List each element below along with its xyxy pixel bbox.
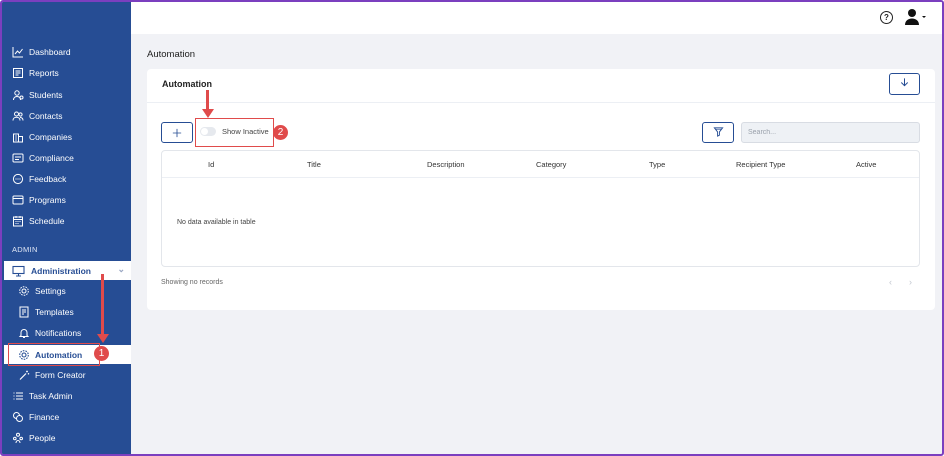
sidebar-item-schedule[interactable]: Schedule: [12, 213, 64, 229]
monitor-icon: [12, 265, 25, 277]
sidebar-item-feedback[interactable]: Feedback: [12, 171, 66, 187]
sidebar-item-label: Task Admin: [29, 391, 73, 401]
table-header: Id Title Description Category Type Recip…: [162, 151, 919, 178]
automation-card: Automation Show Inactive Id Title Descri…: [147, 69, 935, 310]
top-bar: ?: [131, 2, 942, 34]
annotation-badge-2: 2: [273, 125, 288, 140]
add-automation-button[interactable]: [161, 122, 193, 143]
annotation-arrow-1-head: [96, 334, 109, 343]
page-title: Automation: [147, 49, 196, 60]
column-header-type[interactable]: Type: [649, 160, 665, 169]
highlight-automation: [8, 343, 100, 366]
sidebar-item-companies[interactable]: Companies: [12, 129, 72, 145]
column-header-active[interactable]: Active: [856, 160, 876, 169]
arrow-down-icon: [899, 75, 910, 93]
sidebar-item-settings[interactable]: Settings: [18, 283, 66, 299]
sidebar-item-label: Companies: [29, 132, 72, 142]
sidebar-item-administration[interactable]: Administration ⌄: [4, 261, 131, 280]
sidebar-item-label: Administration: [31, 265, 91, 276]
finance-icon: [12, 411, 24, 423]
sidebar-item-students[interactable]: Students: [12, 87, 63, 103]
help-icon[interactable]: ?: [880, 11, 893, 24]
gear-icon: [18, 285, 30, 297]
highlight-show-inactive: [195, 118, 274, 147]
students-icon: [12, 89, 24, 101]
app-window: Dashboard Reports Students Contacts Comp…: [0, 0, 944, 456]
divider: [147, 102, 935, 103]
empty-table-message: No data available in table: [177, 219, 256, 226]
people-icon: [12, 432, 24, 444]
sidebar-item-label: Finance: [29, 412, 60, 422]
filter-button[interactable]: [702, 122, 734, 143]
sidebar-item-label: Schedule: [29, 216, 65, 226]
chevron-down-icon: ⌄: [117, 264, 125, 274]
column-header-title[interactable]: Title: [307, 160, 321, 169]
sidebar-item-notifications[interactable]: Notifications: [18, 325, 81, 341]
sidebar-item-label: Settings: [35, 286, 66, 296]
automation-table: Id Title Description Category Type Recip…: [161, 150, 920, 267]
annotation-arrow-2-head: [201, 109, 214, 118]
sidebar-item-label: Notifications: [35, 328, 82, 338]
annotation-badge-1: 1: [94, 346, 109, 361]
feedback-icon: [12, 173, 24, 185]
sidebar-item-form-creator[interactable]: Form Creator: [18, 367, 86, 383]
user-avatar-icon[interactable]: [904, 8, 926, 26]
sidebar-item-templates[interactable]: Templates: [18, 304, 74, 320]
sidebar-item-label: Templates: [35, 307, 74, 317]
sidebar-item-task-admin[interactable]: Task Admin: [12, 388, 72, 404]
sidebar-item-label: Students: [29, 90, 63, 100]
report-icon: [12, 67, 24, 79]
schedule-icon: [12, 215, 24, 227]
companies-icon: [12, 131, 24, 143]
search-input[interactable]: [741, 122, 920, 143]
card-title: Automation: [162, 79, 212, 89]
column-header-category[interactable]: Category: [536, 160, 566, 169]
bell-icon: [18, 327, 30, 339]
column-header-recipient-type[interactable]: Recipient Type: [736, 160, 785, 169]
sidebar-item-label: People: [29, 433, 56, 443]
column-header-id[interactable]: Id: [208, 160, 214, 169]
sidebar-item-label: Compliance: [29, 153, 74, 163]
sidebar-item-compliance[interactable]: Compliance: [12, 150, 74, 166]
column-header-description[interactable]: Description: [427, 160, 465, 169]
sidebar-item-finance[interactable]: Finance: [12, 409, 59, 425]
filter-icon: [712, 124, 724, 142]
records-info: Showing no records: [161, 279, 223, 286]
sidebar-item-label: Programs: [29, 195, 66, 205]
plus-icon: [172, 125, 182, 141]
wand-icon: [18, 369, 30, 381]
compliance-icon: [12, 152, 24, 164]
sidebar-item-reports[interactable]: Reports: [12, 65, 59, 81]
sidebar-item-label: Reports: [29, 68, 59, 78]
list-icon: [12, 390, 24, 402]
sidebar-item-programs[interactable]: Programs: [12, 192, 66, 208]
previous-page-icon[interactable]: ‹: [889, 277, 892, 287]
sidebar-item-contacts[interactable]: Contacts: [12, 108, 63, 124]
sidebar-item-label: Form Creator: [35, 370, 86, 380]
sidebar: Dashboard Reports Students Contacts Comp…: [2, 2, 131, 454]
sidebar-item-label: Feedback: [29, 174, 67, 184]
chart-line-icon: [12, 46, 24, 58]
contacts-icon: [12, 110, 24, 122]
sidebar-item-dashboard[interactable]: Dashboard: [12, 44, 71, 60]
annotation-arrow-2-shaft: [206, 90, 209, 110]
sidebar-item-label: Contacts: [29, 111, 63, 121]
next-page-icon[interactable]: ›: [909, 277, 912, 287]
sidebar-section-admin: ADMIN: [12, 245, 38, 254]
sidebar-item-people[interactable]: People: [12, 430, 55, 446]
annotation-arrow-1-shaft: [101, 274, 104, 336]
programs-icon: [12, 194, 24, 206]
template-icon: [18, 306, 30, 318]
download-button[interactable]: [889, 73, 920, 95]
sidebar-item-label: Dashboard: [29, 47, 71, 57]
